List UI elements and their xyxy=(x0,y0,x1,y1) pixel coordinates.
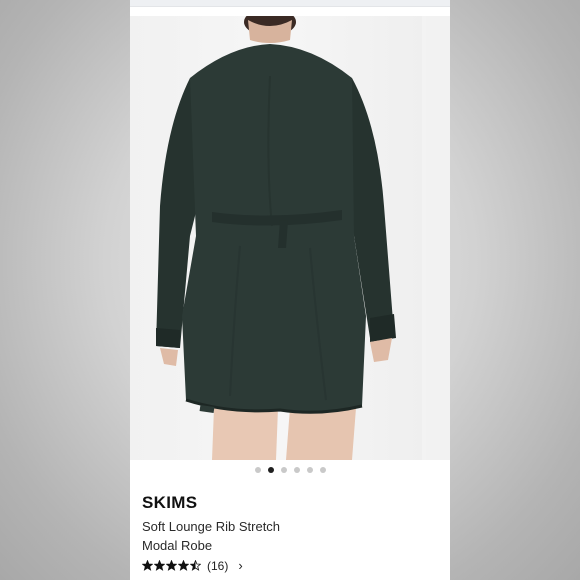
product-title-line-2: Modal Robe xyxy=(142,538,213,553)
rating-row[interactable]: (16) › xyxy=(142,558,243,573)
brand-name[interactable]: SKIMS xyxy=(142,493,197,513)
gallery-dot[interactable] xyxy=(293,467,300,473)
star-icon xyxy=(142,560,153,571)
star-rating xyxy=(142,560,201,571)
previous-card-edge xyxy=(130,0,450,7)
product-card[interactable]: SKIMS Soft Lounge Rib Stretch Modal Robe… xyxy=(130,0,450,580)
product-title[interactable]: Soft Lounge Rib Stretch Modal Robe xyxy=(142,517,362,555)
next-image-preview[interactable] xyxy=(426,16,450,460)
star-icon xyxy=(178,560,189,571)
gallery-pagination[interactable] xyxy=(130,467,450,475)
chevron-right-icon[interactable]: › xyxy=(238,558,242,573)
gallery-dot[interactable] xyxy=(254,467,261,473)
product-title-line-1: Soft Lounge Rib Stretch xyxy=(142,519,281,534)
review-count: (16) xyxy=(207,558,229,573)
star-icon xyxy=(166,560,177,571)
gallery-dot[interactable] xyxy=(280,467,287,473)
star-icon xyxy=(154,560,165,571)
robe-back-view-image xyxy=(156,16,396,460)
gallery-dot[interactable] xyxy=(267,467,274,473)
gallery-dot[interactable] xyxy=(319,467,326,473)
product-image[interactable] xyxy=(130,16,422,460)
gallery-dot[interactable] xyxy=(306,467,313,473)
product-image-gallery[interactable] xyxy=(130,16,450,460)
star-icon xyxy=(190,560,201,571)
